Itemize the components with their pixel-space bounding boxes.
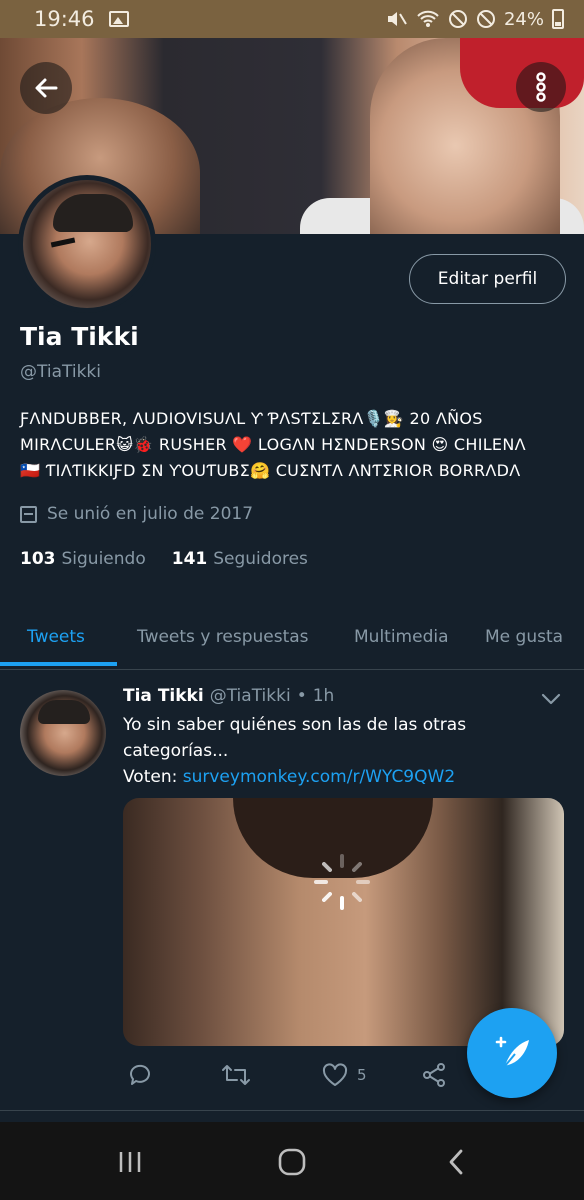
tab-media[interactable]: Multimedia xyxy=(354,604,449,670)
back-icon xyxy=(449,1149,463,1175)
share-icon xyxy=(423,1063,445,1087)
chevron-down-icon[interactable] xyxy=(540,688,562,710)
arrow-left-icon xyxy=(35,78,58,98)
following-count: 103 xyxy=(20,549,56,569)
tweet-header: Tia Tikki @TiaTikki • 1h xyxy=(123,686,334,706)
compose-tweet-button[interactable] xyxy=(467,1008,557,1098)
tweet-link[interactable]: surveymonkey.com/r/WYC9QW2 xyxy=(183,767,455,787)
do-not-disturb-icon xyxy=(476,10,495,28)
following-link[interactable]: 103 Siguiendo xyxy=(20,549,146,569)
retweet-icon xyxy=(222,1065,250,1085)
profile-avatar[interactable] xyxy=(18,175,156,313)
tweet-media-image[interactable] xyxy=(123,798,564,1046)
gallery-notification-icon xyxy=(108,11,129,27)
profile-name: Tia Tikki xyxy=(20,322,139,351)
more-options-button[interactable] xyxy=(516,62,566,112)
battery-icon xyxy=(552,9,564,29)
loading-spinner-icon xyxy=(314,854,370,910)
reply-button[interactable] xyxy=(127,1062,153,1088)
tweet-author-name[interactable]: Tia Tikki xyxy=(123,686,204,706)
home-button[interactable] xyxy=(272,1142,312,1182)
block-icon xyxy=(448,10,467,28)
tab-tweets[interactable]: Tweets xyxy=(27,604,85,670)
bio-line: MIRΛCULER😺🐞 RUSHER ❤️ LOGΛN HΣNDERSON 😍 … xyxy=(20,435,526,454)
joined-text: Se unió en julio de 2017 xyxy=(47,504,254,524)
profile-avatar-image xyxy=(23,180,151,308)
bio-line: 🇨🇱 ƬIΛƬIKKIƑD ΣN ƳOUƬUBΣ🤗 CUΣNƬΛ ΛNƬΣRIO… xyxy=(20,461,521,480)
like-button[interactable]: 5 xyxy=(321,1062,367,1088)
like-count: 5 xyxy=(357,1066,367,1084)
wifi-icon xyxy=(417,10,439,27)
tweet-author-handle: @TiaTikki xyxy=(209,686,291,706)
retweet-button[interactable] xyxy=(221,1062,251,1088)
tweet-time: 1h xyxy=(312,686,335,706)
status-time: 19:46 xyxy=(34,7,95,31)
joined-date: Se unió en julio de 2017 xyxy=(20,504,253,524)
profile-tabs: Tweets Tweets y respuestas Multimedia Me… xyxy=(0,604,584,670)
tweet-separator: • xyxy=(296,686,307,706)
recent-apps-icon xyxy=(119,1152,141,1172)
tab-likes[interactable]: Me gusta xyxy=(485,604,563,670)
tweet-link-prefix: Voten: xyxy=(123,767,178,787)
status-bar: 19:46 24% xyxy=(0,0,584,38)
mute-icon xyxy=(387,12,407,26)
bio-line: ƑΛNDUBBER, ΛUDIOVISUΛL Ƴ ƤΛSƬΣLΣRΛ🎙️👩‍🍳 … xyxy=(20,409,483,428)
following-label: Siguiendo xyxy=(61,549,146,569)
tweet-link-line: Voten: surveymonkey.com/r/WYC9QW2 xyxy=(123,764,455,790)
home-icon xyxy=(278,1148,306,1176)
active-tab-indicator xyxy=(0,662,117,666)
system-nav-bar xyxy=(0,1122,584,1200)
edit-profile-button[interactable]: Editar perfil xyxy=(409,254,566,304)
more-vertical-icon xyxy=(536,72,546,102)
tweet-divider xyxy=(0,1110,584,1111)
tweet-avatar[interactable] xyxy=(20,690,106,776)
like-icon xyxy=(322,1063,348,1086)
compose-tweet-icon xyxy=(495,1036,529,1067)
profile-bio: ƑΛNDUBBER, ΛUDIOVISUΛL Ƴ ƤΛSƬΣLΣRΛ🎙️👩‍🍳 … xyxy=(20,406,568,484)
tab-tweets-and-replies[interactable]: Tweets y respuestas xyxy=(137,604,309,670)
profile-stats: 103 Siguiendo 141 Seguidores xyxy=(20,549,308,569)
back-button[interactable] xyxy=(20,62,72,114)
followers-label: Seguidores xyxy=(213,549,308,569)
reply-icon xyxy=(129,1064,150,1085)
tweet-text: Yo sin saber quiénes son las de las otra… xyxy=(123,715,467,761)
status-right: 24% xyxy=(386,9,564,30)
system-back-button[interactable] xyxy=(436,1142,476,1182)
battery-percent: 24% xyxy=(503,8,544,30)
share-button[interactable] xyxy=(421,1062,447,1088)
followers-link[interactable]: 141 Seguidores xyxy=(172,549,308,569)
profile-handle: @TiaTikki xyxy=(20,362,101,382)
calendar-icon xyxy=(20,505,37,523)
recent-apps-button[interactable] xyxy=(110,1142,150,1182)
followers-count: 141 xyxy=(171,549,208,569)
